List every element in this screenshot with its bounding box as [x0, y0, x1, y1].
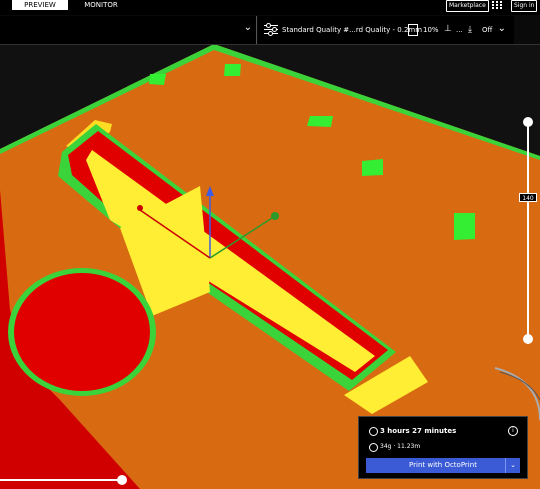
printer-selector-dropdown[interactable]: ⌄ [0, 16, 257, 44]
infill-icon [408, 24, 418, 36]
chevron-down-icon: ⌄ [243, 22, 252, 33]
top-navigation-bar: PREVIEW MONITOR Marketplace Sign in [0, 0, 540, 15]
print-duration: 3 hours 27 minutes [380, 427, 457, 435]
apps-grid-icon[interactable] [492, 1, 502, 9]
print-button-label: Print with OctoPrint [409, 461, 477, 469]
clock-icon [369, 427, 378, 436]
tab-preview[interactable]: PREVIEW [12, 0, 68, 10]
sign-in-button[interactable]: Sign in [511, 0, 538, 12]
print-with-octoprint-button[interactable]: Print with OctoPrint ⌄ [366, 458, 520, 473]
chevron-down-icon[interactable]: ⌄ [505, 458, 520, 473]
info-icon[interactable]: i [508, 426, 518, 436]
print-profile-label: Standard Quality #...rd Quality - 0.2mm [282, 26, 423, 34]
path-slider-track[interactable] [0, 479, 122, 481]
layer-slider-bottom-handle[interactable] [523, 334, 533, 344]
layer-slider-track[interactable] [527, 124, 529, 340]
layer-slider-top-handle[interactable] [523, 117, 533, 127]
layer-number-input[interactable]: 140 [519, 193, 537, 202]
path-slider-handle[interactable] [117, 475, 127, 485]
adhesion-value: Off [482, 26, 493, 34]
support-value: ... [456, 26, 463, 34]
tab-monitor[interactable]: MONITOR [76, 0, 126, 10]
material-spool-icon [369, 443, 378, 452]
chevron-down-icon: ⌄ [497, 23, 506, 34]
support-icon: ⊥ [444, 24, 452, 34]
material-usage: 34g · 11.23m [380, 443, 421, 450]
print-settings-dropdown[interactable]: Standard Quality #...rd Quality - 0.2mm … [258, 16, 514, 44]
adhesion-icon: ⤓ [468, 25, 472, 35]
marketplace-button[interactable]: Marketplace [446, 0, 489, 12]
infill-value: 10% [423, 26, 439, 34]
settings-sliders-icon [264, 23, 278, 36]
print-job-panel: 3 hours 27 minutes i 34g · 11.23m Print … [358, 416, 528, 479]
